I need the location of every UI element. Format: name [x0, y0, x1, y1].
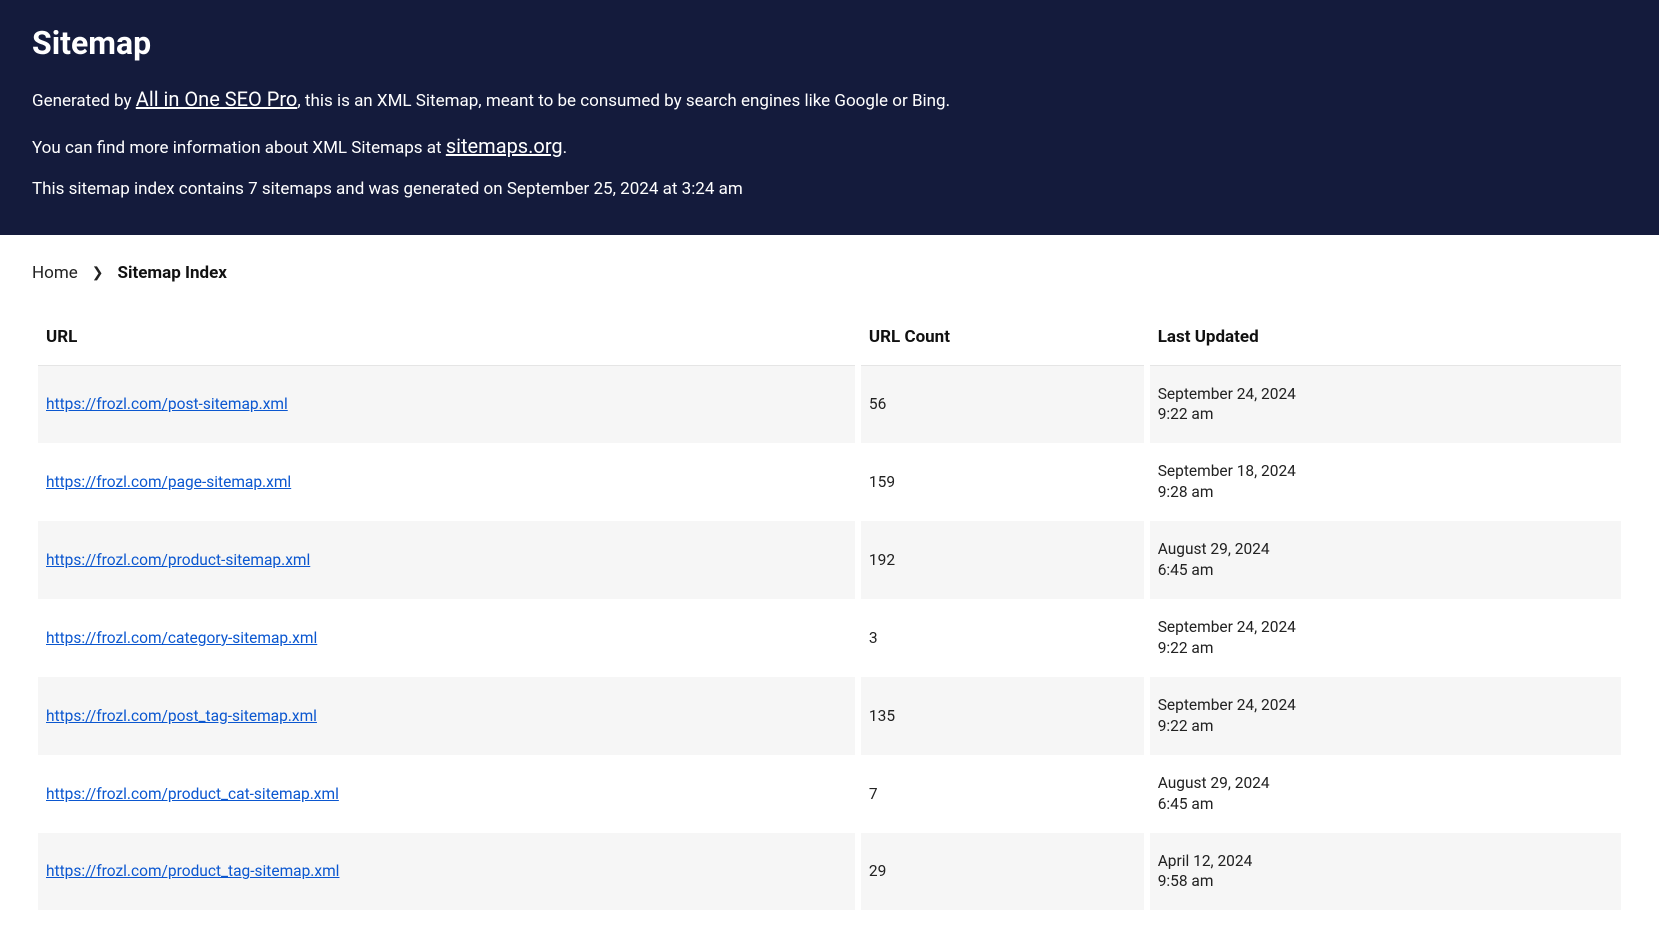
- table-row: https://frozl.com/page-sitemap.xml159Sep…: [38, 443, 1621, 521]
- sitemap-link[interactable]: https://frozl.com/post_tag-sitemap.xml: [46, 707, 317, 725]
- table-row: https://frozl.com/post-sitemap.xml56Sept…: [38, 366, 1621, 444]
- table-row: https://frozl.com/product_tag-sitemap.xm…: [38, 833, 1621, 911]
- sitemap-link[interactable]: https://frozl.com/category-sitemap.xml: [46, 629, 317, 647]
- updated-time: 9:28 am: [1158, 482, 1613, 503]
- cell-count: 7: [861, 755, 1144, 833]
- header-line-3: This sitemap index contains 7 sitemaps a…: [32, 177, 1627, 203]
- updated-date: August 29, 2024: [1158, 773, 1613, 794]
- table-row: https://frozl.com/product-sitemap.xml 192…: [38, 521, 1621, 599]
- cell-count: 159: [861, 443, 1144, 521]
- table-header-row: URL URL Count Last Updated: [38, 313, 1621, 366]
- cell-updated: September 24, 20249:22 am: [1150, 599, 1621, 677]
- updated-date: September 24, 2024: [1158, 384, 1613, 405]
- table-row: https://frozl.com/category-sitemap.xml 3S…: [38, 599, 1621, 677]
- updated-date: September 18, 2024: [1158, 461, 1613, 482]
- header-line-2: You can find more information about XML …: [32, 131, 1627, 162]
- sitemap-link[interactable]: https://frozl.com/product-sitemap.xml: [46, 551, 310, 569]
- sitemap-table: URL URL Count Last Updated https://frozl…: [32, 313, 1627, 911]
- cell-updated: August 29, 20246:45 am: [1150, 755, 1621, 833]
- cell-url: https://frozl.com/product_tag-sitemap.xm…: [38, 833, 855, 911]
- cell-count: 192: [861, 521, 1144, 599]
- updated-date: September 24, 2024: [1158, 695, 1613, 716]
- breadcrumb-current: Sitemap Index: [117, 263, 226, 283]
- updated-date: April 12, 2024: [1158, 851, 1613, 872]
- cell-updated: September 24, 20249:22 am: [1150, 366, 1621, 444]
- col-header-updated: Last Updated: [1150, 313, 1621, 366]
- header-line-1-post: , this is an XML Sitemap, meant to be co…: [297, 91, 950, 111]
- header-line-2-post: .: [563, 138, 567, 158]
- header-line-1-pre: Generated by: [32, 91, 136, 111]
- cell-url: https://frozl.com/category-sitemap.xml: [38, 599, 855, 677]
- updated-time: 6:45 am: [1158, 794, 1613, 815]
- sitemap-link[interactable]: https://frozl.com/product_cat-sitemap.xm…: [46, 785, 339, 803]
- breadcrumb: Home ❯ Sitemap Index: [32, 263, 1627, 283]
- cell-updated: April 12, 20249:58 am: [1150, 833, 1621, 911]
- page-header: Sitemap Generated by All in One SEO Pro,…: [0, 0, 1659, 235]
- main-content: Home ❯ Sitemap Index URL URL Count Last …: [0, 235, 1659, 939]
- breadcrumb-home[interactable]: Home: [32, 263, 78, 283]
- table-row: https://frozl.com/product_cat-sitemap.xm…: [38, 755, 1621, 833]
- cell-count: 135: [861, 677, 1144, 755]
- header-line-1: Generated by All in One SEO Pro, this is…: [32, 84, 1627, 115]
- page-title: Sitemap: [32, 24, 1627, 62]
- col-header-count: URL Count: [861, 313, 1144, 366]
- cell-url: https://frozl.com/post_tag-sitemap.xml: [38, 677, 855, 755]
- updated-time: 9:58 am: [1158, 871, 1613, 892]
- updated-date: September 24, 2024: [1158, 617, 1613, 638]
- cell-url: https://frozl.com/page-sitemap.xml: [38, 443, 855, 521]
- generator-link[interactable]: All in One SEO Pro: [136, 87, 298, 111]
- header-line-2-pre: You can find more information about XML …: [32, 138, 446, 158]
- cell-url: https://frozl.com/product-sitemap.xml: [38, 521, 855, 599]
- cell-updated: August 29, 20246:45 am: [1150, 521, 1621, 599]
- sitemap-link[interactable]: https://frozl.com/post-sitemap.xml: [46, 395, 288, 413]
- table-row: https://frozl.com/post_tag-sitemap.xml 13…: [38, 677, 1621, 755]
- cell-updated: September 24, 20249:22 am: [1150, 677, 1621, 755]
- sitemap-link[interactable]: https://frozl.com/product_tag-sitemap.xm…: [46, 862, 339, 880]
- cell-url: https://frozl.com/post-sitemap.xml: [38, 366, 855, 444]
- chevron-right-icon: ❯: [92, 265, 104, 281]
- cell-url: https://frozl.com/product_cat-sitemap.xm…: [38, 755, 855, 833]
- updated-time: 9:22 am: [1158, 638, 1613, 659]
- cell-count: 3: [861, 599, 1144, 677]
- col-header-url: URL: [38, 313, 855, 366]
- cell-count: 56: [861, 366, 1144, 444]
- updated-time: 9:22 am: [1158, 716, 1613, 737]
- updated-time: 6:45 am: [1158, 560, 1613, 581]
- sitemap-link[interactable]: https://frozl.com/page-sitemap.xml: [46, 473, 291, 491]
- updated-time: 9:22 am: [1158, 404, 1613, 425]
- cell-count: 29: [861, 833, 1144, 911]
- sitemaps-org-link[interactable]: sitemaps.org: [446, 134, 563, 158]
- cell-updated: September 18, 20249:28 am: [1150, 443, 1621, 521]
- updated-date: August 29, 2024: [1158, 539, 1613, 560]
